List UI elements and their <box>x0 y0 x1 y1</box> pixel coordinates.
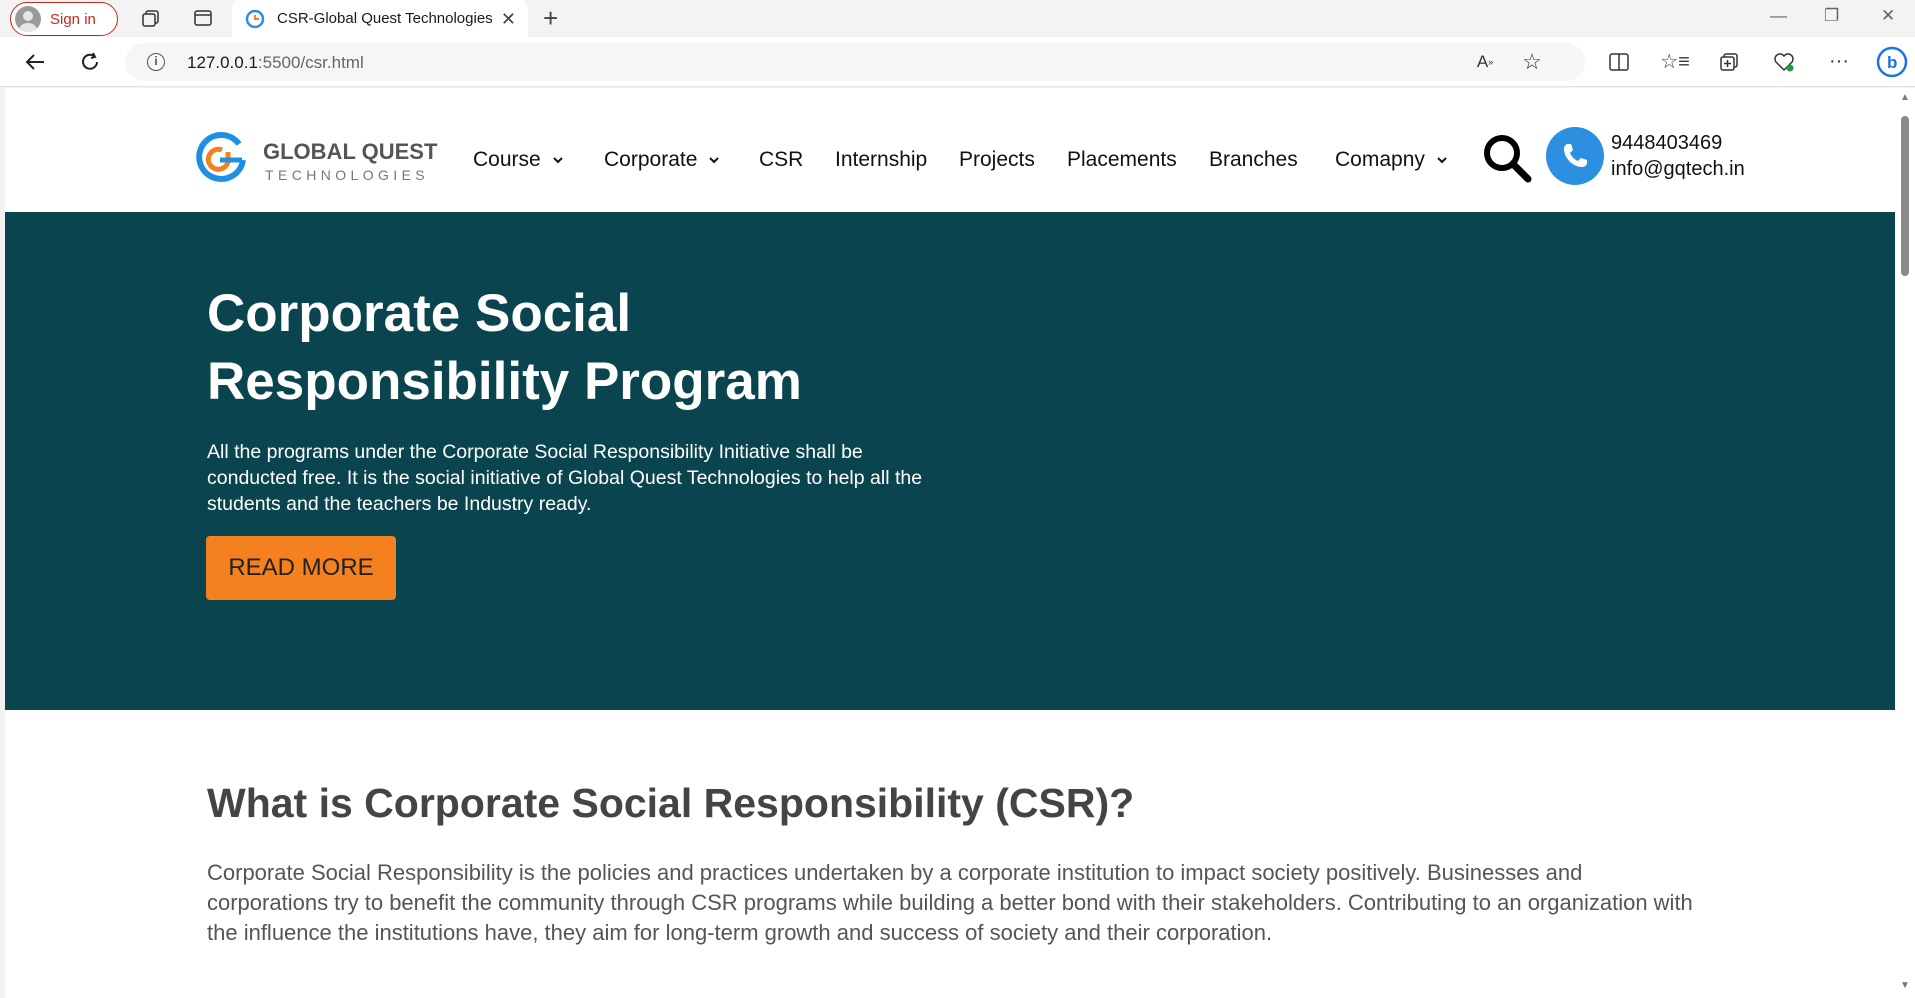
restore-icon[interactable]: ❐ <box>1824 6 1839 26</box>
nav-placements[interactable]: Placements <box>1067 148 1177 172</box>
nav-projects-label: Projects <box>959 148 1035 171</box>
copilot-icon[interactable]: b <box>1875 45 1909 79</box>
tab-actions-icon[interactable] <box>190 6 216 30</box>
nav-branches-label: Branches <box>1209 148 1298 171</box>
nav-placements-label: Placements <box>1067 148 1177 171</box>
new-tab-icon[interactable]: + <box>543 3 558 33</box>
favorite-star-icon[interactable]: ☆ <box>1520 49 1544 74</box>
nav-company[interactable]: Comapny <box>1335 148 1449 172</box>
read-aloud-icon[interactable]: A» <box>1473 51 1497 73</box>
split-screen-icon[interactable] <box>1607 50 1631 74</box>
tab-title: CSR-Global Quest Technologies <box>277 10 493 27</box>
phone-number[interactable]: 9448403469 <box>1611 130 1745 156</box>
nav-corporate[interactable]: Corporate <box>604 148 721 172</box>
sign-in-label: Sign in <box>50 10 96 28</box>
nav-csr[interactable]: CSR <box>759 148 803 172</box>
browser-essentials-icon[interactable] <box>1772 50 1796 74</box>
nav-corporate-label: Corporate <box>604 148 698 171</box>
hero-title: Corporate Social Responsibility Program <box>207 284 802 411</box>
logo-title: GLOBAL QUEST <box>263 139 438 164</box>
browser-tab-active[interactable]: CSR-Global Quest Technologies ✕ <box>232 0 528 37</box>
scrollbar-thumb[interactable] <box>1901 116 1909 276</box>
browser-tab-bar: Sign in CSR-Global Quest Technologies ✕ … <box>0 0 1915 37</box>
gq-favicon-icon <box>245 9 265 28</box>
minimize-icon[interactable]: — <box>1770 6 1787 26</box>
back-icon[interactable] <box>20 49 50 75</box>
scroll-up-icon[interactable]: ▲ <box>1900 92 1910 103</box>
nav-course-label: Course <box>473 148 541 171</box>
search-icon[interactable] <box>1480 131 1534 185</box>
hero-description: All the programs under the Corporate Soc… <box>207 441 923 515</box>
gq-logo-icon <box>196 132 246 182</box>
sign-in-button[interactable]: Sign in <box>10 2 118 36</box>
address-bar[interactable]: i 127.0.0.1:5500/csr.html A» ☆ <box>125 43 1585 81</box>
refresh-icon[interactable] <box>75 49 105 75</box>
nav-projects[interactable]: Projects <box>959 148 1035 172</box>
nav-internship[interactable]: Internship <box>835 148 927 172</box>
page-viewport: GLOBAL QUEST TECHNOLOGIES Course Corpora… <box>5 88 1895 998</box>
site-logo[interactable]: GLOBAL QUEST TECHNOLOGIES <box>192 130 437 190</box>
chevron-down-icon <box>709 157 720 164</box>
section-body: Corporate Social Responsibility is the p… <box>207 860 1693 945</box>
site-header: GLOBAL QUEST TECHNOLOGIES Course Corpora… <box>5 88 1895 212</box>
url-text: 127.0.0.1:5500/csr.html <box>187 53 364 72</box>
site-info-icon[interactable]: i <box>147 53 165 71</box>
address-toolbar: i 127.0.0.1:5500/csr.html A» ☆ ☆≡ ··· b <box>0 37 1915 87</box>
nav-branches[interactable]: Branches <box>1209 148 1298 172</box>
logo-subtitle: TECHNOLOGIES <box>265 167 430 183</box>
section-heading: What is Corporate Social Responsibility … <box>207 780 1135 826</box>
nav-csr-label: CSR <box>759 148 804 171</box>
nav-internship-label: Internship <box>835 148 928 171</box>
email-address[interactable]: info@gqtech.in <box>1611 156 1745 182</box>
close-tab-icon[interactable]: ✕ <box>501 9 516 30</box>
svg-text:b: b <box>1887 53 1897 72</box>
phone-icon <box>1564 144 1587 167</box>
page-scrollbar[interactable]: ▲ ▼ <box>1895 88 1915 998</box>
collections-icon[interactable] <box>1717 50 1741 74</box>
csr-about-section: What is Corporate Social Responsibility … <box>5 710 1895 998</box>
profile-avatar-icon <box>15 6 41 32</box>
nav-course[interactable]: Course <box>473 148 565 172</box>
scroll-down-icon[interactable]: ▼ <box>1900 980 1910 991</box>
contact-info: 9448403469 info@gqtech.in <box>1611 130 1745 182</box>
more-options-icon[interactable]: ··· <box>1827 49 1851 73</box>
phone-call-button[interactable] <box>1546 127 1604 185</box>
nav-company-label: Comapny <box>1335 148 1425 171</box>
favorites-list-icon[interactable]: ☆≡ <box>1660 49 1690 73</box>
workspaces-icon[interactable] <box>138 6 164 30</box>
chevron-down-icon <box>552 157 563 164</box>
chevron-down-icon <box>1437 157 1447 164</box>
hero-banner: Corporate Social Responsibility Program … <box>5 212 1895 710</box>
close-window-icon[interactable]: ✕ <box>1881 6 1895 26</box>
read-more-button[interactable]: READ MORE <box>206 536 396 600</box>
